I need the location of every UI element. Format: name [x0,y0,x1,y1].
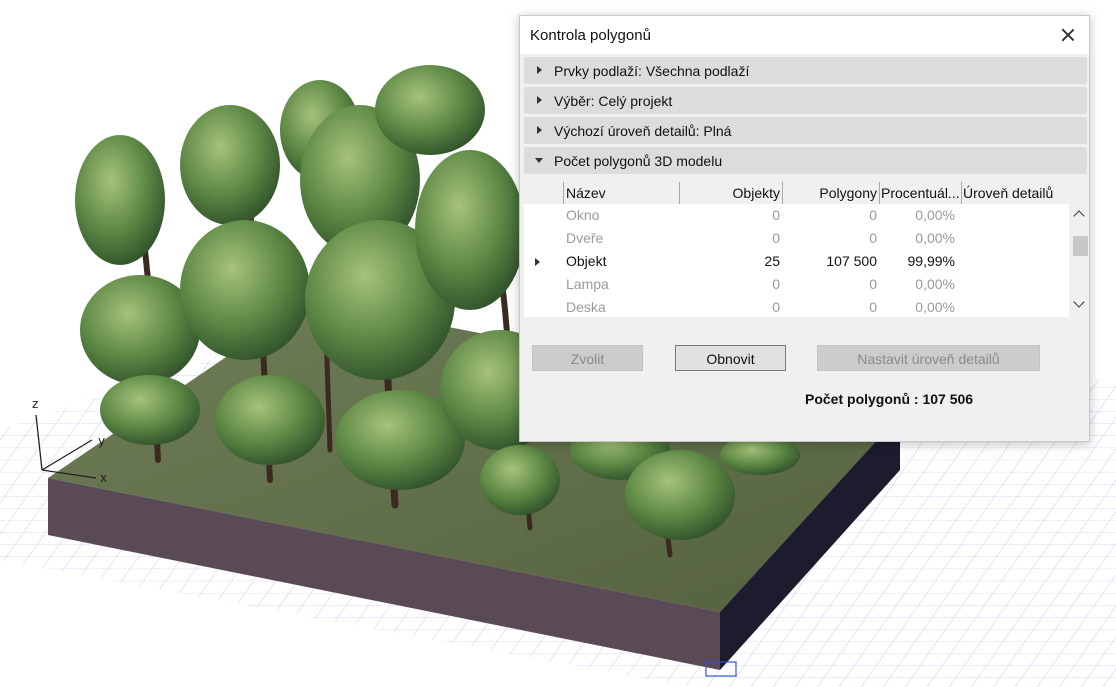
section-label: Prvky podlaží: Všechna podlaží [554,63,750,79]
expand-arrow-icon [537,126,542,134]
axis-label-x: x [100,471,107,485]
axis-label-z: z [32,397,38,411]
refresh-button[interactable]: Obnovit [675,345,786,371]
cell-objects: 25 [764,253,780,269]
polygon-total: Počet polygonů : 107 506 [805,391,974,407]
polygon-check-dialog: Kontrola polygonů Prvky podlaží: Všechna… [519,15,1090,442]
cell-percent: 99,99% [907,253,955,269]
table-row[interactable]: Okno 0 0 0,00% [524,204,1069,227]
column-header-percent[interactable]: Procentuál... [881,182,960,204]
cell-name: Objekt [566,253,607,269]
cell-name: Dveře [566,230,604,246]
section-default-detail-level[interactable]: Výchozí úroveň detailů: Plná [524,117,1087,144]
dialog-titlebar[interactable]: Kontrola polygonů [520,16,1089,54]
expand-row-icon[interactable] [535,258,540,266]
column-header-name[interactable]: Název [566,182,676,204]
column-header-detail-level[interactable]: Úroveň detailů [963,182,1067,204]
table-row[interactable]: Deska 0 0 0,00% [524,296,1069,317]
header-divider [879,182,880,204]
cell-objects: 0 [772,299,780,315]
header-divider [782,182,783,204]
cell-polygons: 0 [869,299,877,315]
expand-arrow-icon [537,96,542,104]
section-selection[interactable]: Výběr: Celý projekt [524,87,1087,114]
table-row[interactable]: Dveře 0 0 0,00% [524,227,1069,250]
cell-percent: 0,00% [915,207,955,223]
cell-name: Deska [566,299,606,315]
cell-polygons: 0 [869,230,877,246]
header-divider [563,182,564,204]
cell-percent: 0,00% [915,299,955,315]
section-polygon-count[interactable]: Počet polygonů 3D modelu [524,147,1087,174]
cell-polygons: 107 500 [826,253,877,269]
table-row[interactable]: Objekt 25 107 500 99,99% [524,250,1069,273]
column-header-objects[interactable]: Objekty [682,182,780,204]
cell-name: Lampa [566,276,609,292]
collapse-arrow-icon [535,158,543,163]
cell-objects: 0 [772,276,780,292]
select-button[interactable]: Zvolit [532,345,643,371]
header-divider [679,182,680,204]
close-icon[interactable] [1055,22,1081,48]
cell-polygons: 0 [869,207,877,223]
cell-percent: 0,00% [915,230,955,246]
cell-objects: 0 [772,230,780,246]
expand-arrow-icon [537,66,542,74]
section-label: Výchozí úroveň detailů: Plná [554,123,732,139]
polygon-table: Název Objekty Polygony Procentuál... Úro… [524,182,1088,317]
column-header-polygons[interactable]: Polygony [785,182,877,204]
section-label: Počet polygonů 3D modelu [554,153,723,169]
header-divider [961,182,962,204]
scrollbar-thumb[interactable] [1073,236,1088,256]
dialog-title: Kontrola polygonů [530,27,651,44]
table-row[interactable]: Lampa 0 0 0,00% [524,273,1069,296]
scroll-down-icon[interactable] [1073,296,1085,310]
cell-polygons: 0 [869,276,877,292]
cell-objects: 0 [772,207,780,223]
axis-label-y: y [98,434,105,448]
cell-name: Okno [566,207,600,223]
section-story-elements[interactable]: Prvky podlaží: Všechna podlaží [524,57,1087,84]
scroll-up-icon[interactable] [1073,208,1085,222]
section-label: Výběr: Celý projekt [554,93,673,109]
cell-percent: 0,00% [915,276,955,292]
set-detail-level-button[interactable]: Nastavit úroveň detailů [817,345,1040,371]
